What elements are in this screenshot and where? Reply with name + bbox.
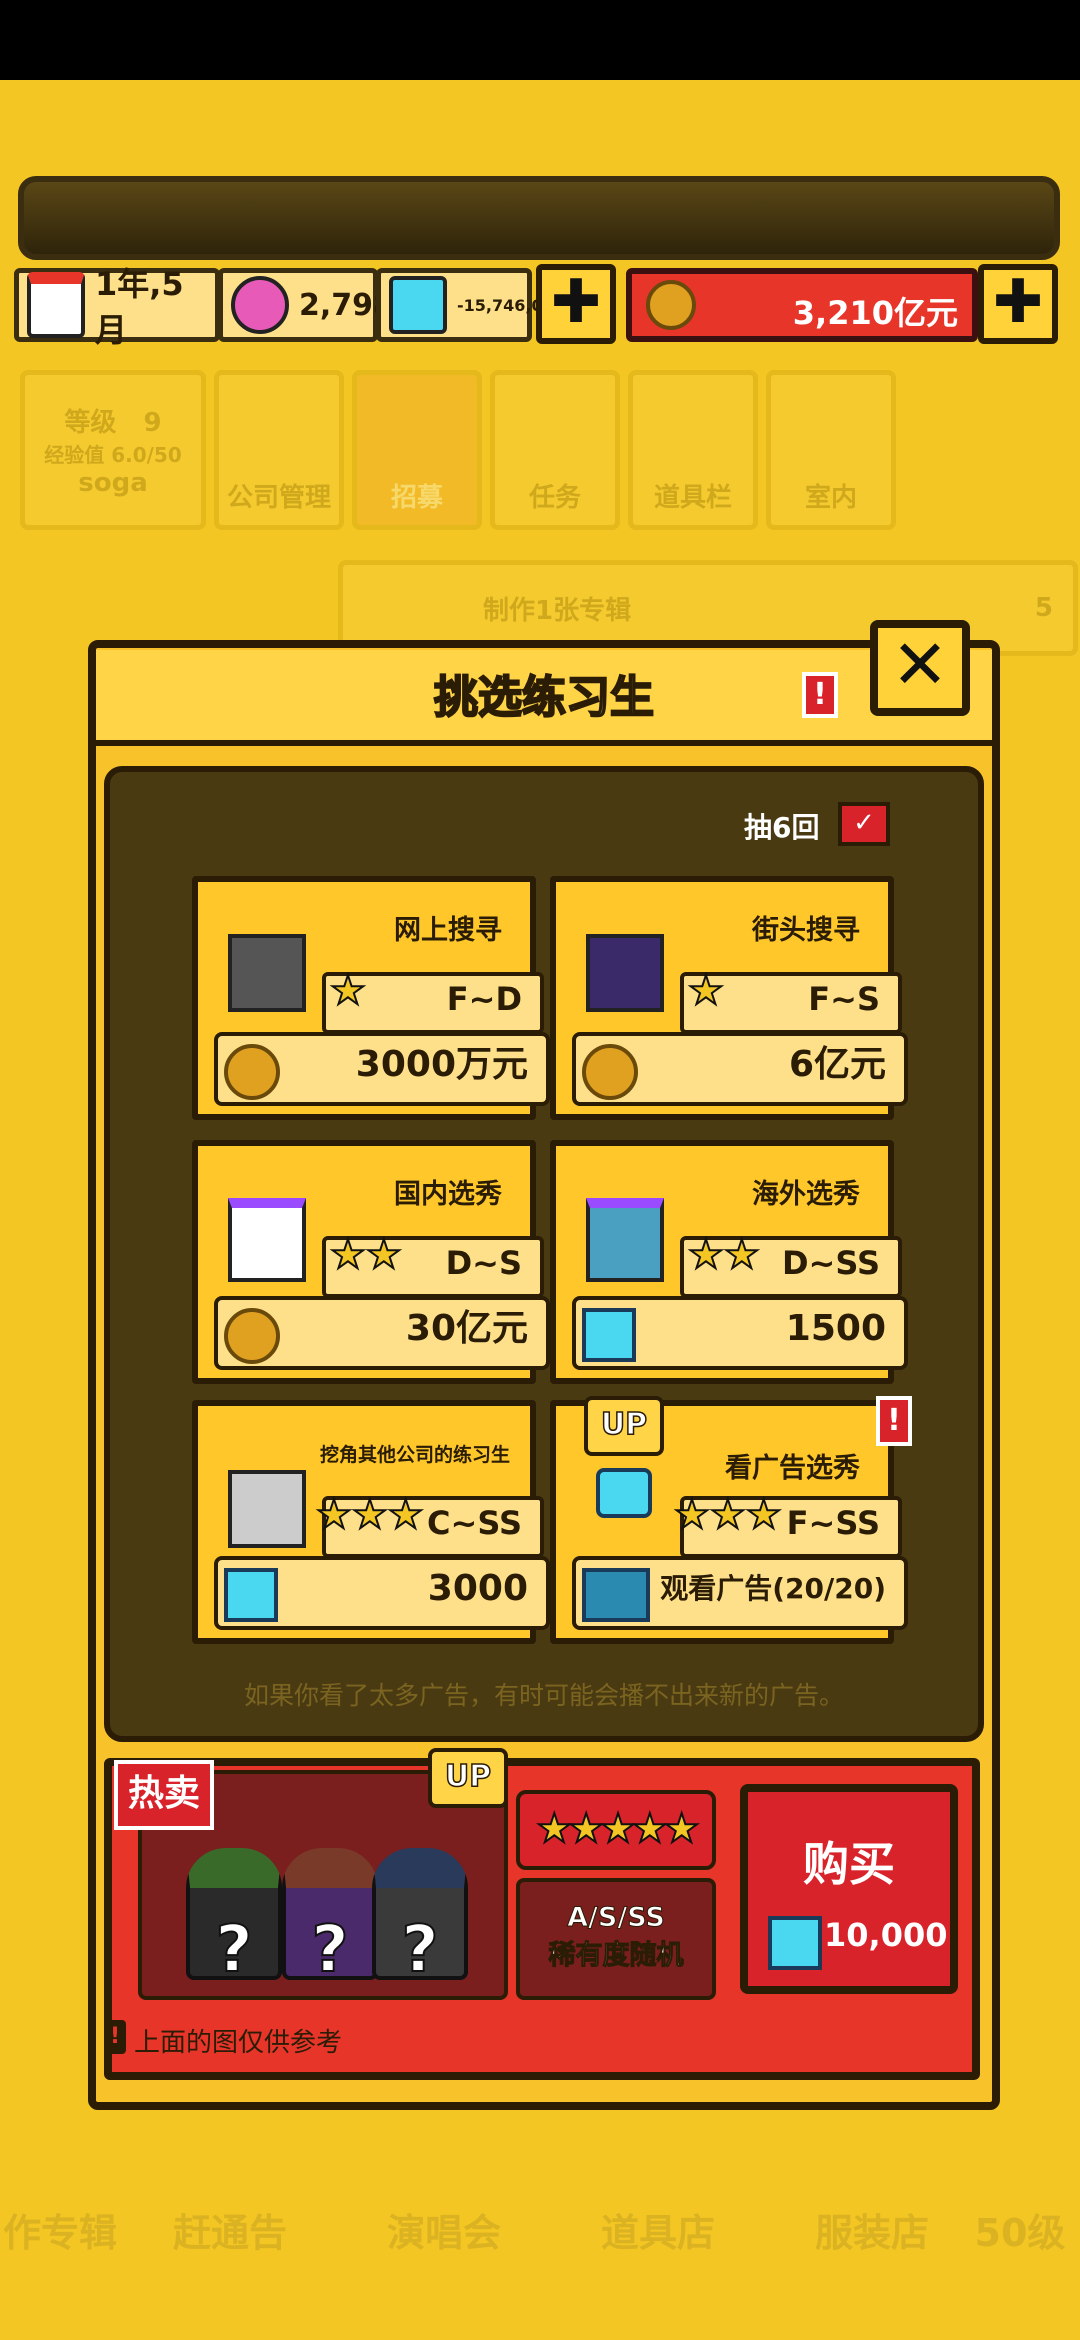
mystery-character: ? bbox=[282, 1848, 378, 1988]
close-button[interactable]: ✕ bbox=[870, 620, 970, 716]
pink-gem-display: 2,798 bbox=[218, 268, 394, 342]
globe-stage-icon bbox=[586, 1198, 664, 1282]
five-star-bar: ★★★★★ bbox=[516, 1790, 716, 1870]
star-icon: ★★★ bbox=[315, 1491, 425, 1539]
card-title: 挖角其他公司的练习生 bbox=[319, 1444, 510, 1466]
star-icon: ★★★ bbox=[673, 1491, 783, 1539]
date-display: 1年,5月 bbox=[14, 265, 220, 349]
player-name: soga bbox=[78, 468, 148, 498]
coin-icon bbox=[582, 1044, 638, 1100]
pink-gem-icon bbox=[231, 276, 289, 334]
money-display: 3,210亿元 bbox=[626, 268, 978, 342]
album-bar-label: 制作1张专辑 bbox=[483, 595, 632, 626]
buy-price: 10,000 bbox=[824, 1916, 948, 1954]
buy-button[interactable]: 购买 10,000 bbox=[740, 1784, 958, 1994]
diamond-icon bbox=[389, 276, 447, 334]
card-title: 海外选秀 bbox=[752, 1179, 860, 1210]
mystery-character: ? bbox=[372, 1848, 468, 1988]
up-badge: UP bbox=[584, 1396, 664, 1456]
buy-label: 购买 bbox=[803, 1837, 895, 1891]
draw-six-toggle[interactable]: ✓ bbox=[838, 802, 890, 846]
card-watch-ad[interactable]: UP ! 看广告选秀 F~SS ★★★ 观看广告(20/20) bbox=[550, 1396, 912, 1644]
card-overseas-audition[interactable]: 海外选秀 D~SS ★★ 1500 bbox=[550, 1140, 908, 1384]
diamond-icon bbox=[582, 1308, 636, 1362]
card-online-search[interactable]: 网上搜寻 F~D ★ 3000万元 bbox=[192, 876, 550, 1120]
coin-icon bbox=[224, 1308, 280, 1364]
add-money-button[interactable]: ✚ bbox=[978, 264, 1058, 344]
modal-title: 挑选练习生 bbox=[433, 671, 655, 724]
nav-level50: 50级 bbox=[974, 2211, 1066, 2255]
rarity-info: A/S/SS 稀有度随机 bbox=[516, 1878, 716, 2000]
ad-notice: 如果你看了太多广告，有时可能会播不出来新的广告。 bbox=[243, 1681, 844, 1710]
building-icon bbox=[228, 1470, 306, 1548]
diamond-icon bbox=[768, 1916, 822, 1970]
menu-task: 任务 bbox=[490, 370, 620, 530]
mystery-character: ? bbox=[186, 1848, 282, 1988]
nav-schedule: 赶通告 bbox=[172, 2211, 287, 2255]
computer-icon bbox=[228, 934, 306, 1012]
top-banner bbox=[18, 176, 1060, 260]
hot-up-badge: UP bbox=[428, 1748, 508, 1808]
hot-badge: 热卖 bbox=[114, 1760, 214, 1830]
ad-icon bbox=[582, 1568, 650, 1622]
add-diamond-button[interactable]: ✚ bbox=[536, 264, 616, 344]
card-title: 国内选秀 bbox=[394, 1179, 502, 1210]
level-label: 等级 bbox=[64, 408, 117, 438]
diamond-icon bbox=[224, 1568, 278, 1622]
card-street-search[interactable]: 街头搜寻 F~S ★ 6亿元 bbox=[550, 876, 908, 1120]
album-count: 5 bbox=[1034, 593, 1053, 623]
menu-company: 公司管理 bbox=[214, 370, 344, 530]
card-title: 看广告选秀 bbox=[725, 1453, 860, 1484]
star-icon: ★ bbox=[329, 967, 367, 1015]
reference-note: 上面的图仅供参考 bbox=[134, 2028, 343, 2058]
coin-icon bbox=[224, 1044, 280, 1100]
calendar-icon bbox=[27, 272, 85, 338]
exp-label: 经验值 6.0/50 bbox=[44, 443, 182, 467]
status-bar bbox=[0, 0, 1080, 80]
stage-icon bbox=[228, 1198, 306, 1282]
level-value: 9 bbox=[143, 408, 162, 438]
rarity-grades: A/S/SS bbox=[567, 1902, 666, 1934]
nav-concert: 演唱会 bbox=[386, 2211, 501, 2255]
nav-item-shop: 道具店 bbox=[600, 2211, 715, 2255]
coin-icon bbox=[646, 280, 696, 330]
card-domestic-audition[interactable]: 国内选秀 D~S ★★ 30亿元 bbox=[192, 1140, 550, 1384]
card-title: 街头搜寻 bbox=[752, 915, 860, 946]
ad-tv-icon bbox=[596, 1468, 652, 1518]
menu-recruit: 招募 bbox=[352, 370, 482, 530]
player-info-panel: 等级 9 经验值 6.0/50 soga bbox=[20, 370, 206, 530]
card-title: 网上搜寻 bbox=[394, 915, 502, 946]
star-icon: ★★ bbox=[329, 1231, 403, 1279]
rarity-random: 稀有度随机 bbox=[548, 1940, 684, 1972]
card-poach-trainee[interactable]: 挖角其他公司的练习生 C~SS ★★★ 3000 bbox=[192, 1400, 550, 1644]
star-icon: ★ bbox=[687, 967, 725, 1015]
warning-icon: ! bbox=[104, 2020, 126, 2054]
info-icon[interactable]: ! bbox=[802, 672, 838, 718]
money-value: 3,210亿元 bbox=[792, 294, 958, 332]
star-icon: ★★ bbox=[687, 1231, 761, 1279]
diamond-display: -15,746,063 bbox=[376, 268, 565, 342]
alert-icon: ! bbox=[876, 1396, 912, 1446]
date-value: 1年,5月 bbox=[95, 265, 184, 349]
draw-six-label: 抽6回 bbox=[744, 811, 820, 844]
menu-inventory: 道具栏 bbox=[628, 370, 758, 530]
speaker-icon bbox=[586, 934, 664, 1012]
menu-indoor: 室内 bbox=[766, 370, 896, 530]
nav-clothes-shop: 服装店 bbox=[814, 2211, 929, 2255]
